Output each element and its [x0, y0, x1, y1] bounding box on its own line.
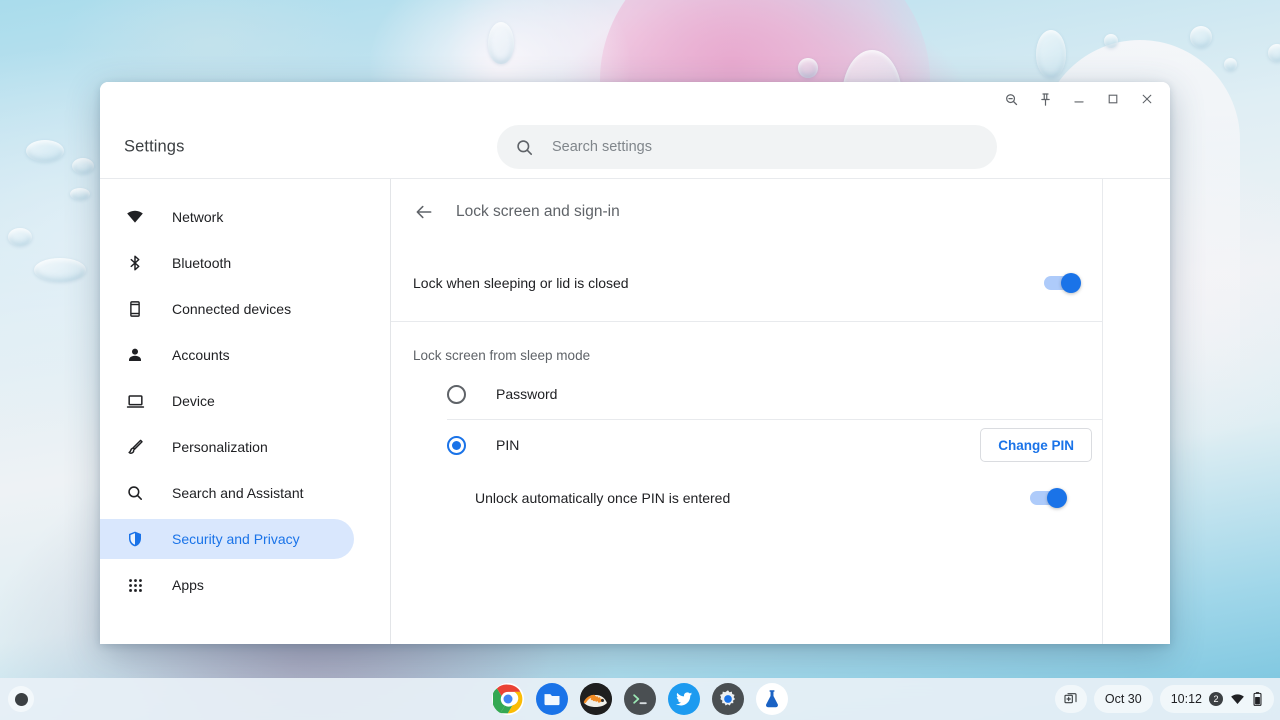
wifi-icon — [1231, 693, 1244, 704]
settings-gear-icon[interactable] — [712, 683, 744, 715]
settings-detail-panel: Lock screen and sign-in Lock when sleepi… — [391, 179, 1103, 644]
minimize-icon[interactable] — [1062, 84, 1096, 114]
shelf: Oct 30 10:12 2 — [0, 678, 1280, 720]
sidebar-item-personalization[interactable]: Personalization — [100, 427, 354, 467]
sidebar-item-network[interactable]: Network — [100, 197, 354, 237]
chrome-icon[interactable] — [492, 683, 524, 715]
zoom-icon[interactable] — [994, 84, 1028, 114]
phone-icon — [124, 300, 146, 318]
water-droplet — [1190, 26, 1212, 48]
water-droplet — [1104, 34, 1118, 48]
lock-when-sleeping-toggle[interactable] — [1044, 273, 1081, 293]
wifi-icon — [124, 208, 146, 226]
brush-icon — [124, 438, 146, 456]
page-title: Settings — [124, 137, 185, 156]
auto-unlock-label: Unlock automatically once PIN is entered — [475, 490, 731, 506]
sidebar-item-label: Search and Assistant — [172, 485, 304, 501]
person-icon — [124, 346, 146, 364]
auto-unlock-toggle[interactable] — [1030, 488, 1067, 508]
hedgehog-app-icon[interactable] — [580, 683, 612, 715]
beaker-icon[interactable] — [756, 683, 788, 715]
files-icon[interactable] — [536, 683, 568, 715]
radio-pin-label: PIN — [496, 437, 520, 453]
water-droplet — [1036, 30, 1066, 78]
new-desk-button[interactable] — [1054, 685, 1087, 713]
launcher-icon — [14, 692, 28, 706]
lock-when-sleeping-row[interactable]: Lock when sleeping or lid is closed — [391, 245, 1102, 321]
date-label: Oct 30 — [1104, 692, 1142, 706]
launcher-button[interactable] — [8, 686, 34, 712]
sidebar-item-connected-devices[interactable]: Connected devices — [100, 289, 354, 329]
settings-body: Network Bluetooth Connected devices Acco… — [100, 178, 1170, 644]
twitter-icon[interactable] — [668, 683, 700, 715]
search-box[interactable] — [497, 125, 997, 169]
sidebar-item-label: Apps — [172, 577, 204, 593]
system-tray: Oct 30 10:12 2 — [1054, 685, 1274, 713]
water-droplet — [1224, 58, 1237, 71]
radio-option-password[interactable]: Password — [391, 369, 1102, 419]
water-droplet — [72, 158, 94, 174]
arrow-left-icon[interactable] — [405, 193, 443, 231]
radio-option-pin[interactable]: PIN Change PIN — [391, 420, 1102, 470]
sidebar-item-device[interactable]: Device — [100, 381, 354, 421]
terminal-icon[interactable] — [624, 683, 656, 715]
laptop-icon — [124, 392, 146, 411]
water-droplet — [8, 228, 32, 246]
water-droplet — [488, 22, 514, 64]
sidebar-item-label: Accounts — [172, 347, 230, 363]
water-droplet — [1268, 44, 1280, 62]
sidebar-item-label: Network — [172, 209, 224, 225]
water-droplet — [798, 58, 818, 78]
sidebar-item-search-and-assistant[interactable]: Search and Assistant — [100, 473, 354, 513]
change-pin-button[interactable]: Change PIN — [980, 428, 1092, 462]
sidebar-item-label: Bluetooth — [172, 255, 232, 271]
content-area: Lock screen and sign-in Lock when sleepi… — [391, 179, 1170, 644]
sidebar-item-apps[interactable]: Apps — [100, 565, 354, 605]
search-icon — [517, 139, 533, 155]
maximize-icon[interactable] — [1096, 84, 1130, 114]
radio-password[interactable] — [447, 384, 466, 404]
detail-title: Lock screen and sign-in — [456, 203, 620, 220]
sidebar-item-accounts[interactable]: Accounts — [100, 335, 354, 375]
notification-badge: 2 — [1209, 692, 1223, 706]
grid-icon — [124, 577, 146, 594]
status-pod[interactable]: 10:12 2 — [1159, 685, 1274, 713]
water-droplet — [34, 258, 86, 282]
settings-header: Settings — [100, 116, 1170, 178]
auto-unlock-row[interactable]: Unlock automatically once PIN is entered — [391, 470, 1102, 526]
shelf-app-strip — [492, 678, 788, 720]
sidebar-item-bluetooth[interactable]: Bluetooth — [100, 243, 354, 283]
sidebar-item-label: Personalization — [172, 439, 268, 455]
desktop: Settings Network — [0, 0, 1280, 720]
clock-label: 10:12 — [1170, 692, 1202, 706]
battery-icon — [1253, 692, 1262, 706]
search-input[interactable] — [552, 139, 979, 155]
sidebar-item-label: Security and Privacy — [172, 531, 300, 547]
window-titlebar — [100, 82, 1170, 116]
sidebar: Network Bluetooth Connected devices Acco… — [100, 179, 391, 644]
water-droplet — [26, 140, 64, 162]
shield-icon — [124, 530, 146, 548]
sidebar-item-label: Device — [172, 393, 215, 409]
water-droplet — [70, 188, 90, 200]
date-pod[interactable]: Oct 30 — [1093, 685, 1153, 713]
pin-icon[interactable] — [1028, 84, 1062, 114]
sidebar-item-label: Connected devices — [172, 301, 292, 317]
lock-when-sleeping-label: Lock when sleeping or lid is closed — [413, 275, 629, 291]
bluetooth-icon — [124, 254, 146, 272]
radio-password-label: Password — [496, 386, 558, 402]
detail-header: Lock screen and sign-in — [391, 179, 1102, 245]
search-icon — [124, 484, 146, 502]
settings-window: Settings Network — [100, 82, 1170, 644]
lock-screen-group-title: Lock screen from sleep mode — [413, 348, 591, 363]
sidebar-item-security-and-privacy[interactable]: Security and Privacy — [100, 519, 354, 559]
new-desk-icon — [1064, 693, 1077, 704]
content-gutter — [1103, 179, 1170, 644]
close-icon[interactable] — [1130, 84, 1164, 114]
radio-pin[interactable] — [447, 435, 466, 455]
